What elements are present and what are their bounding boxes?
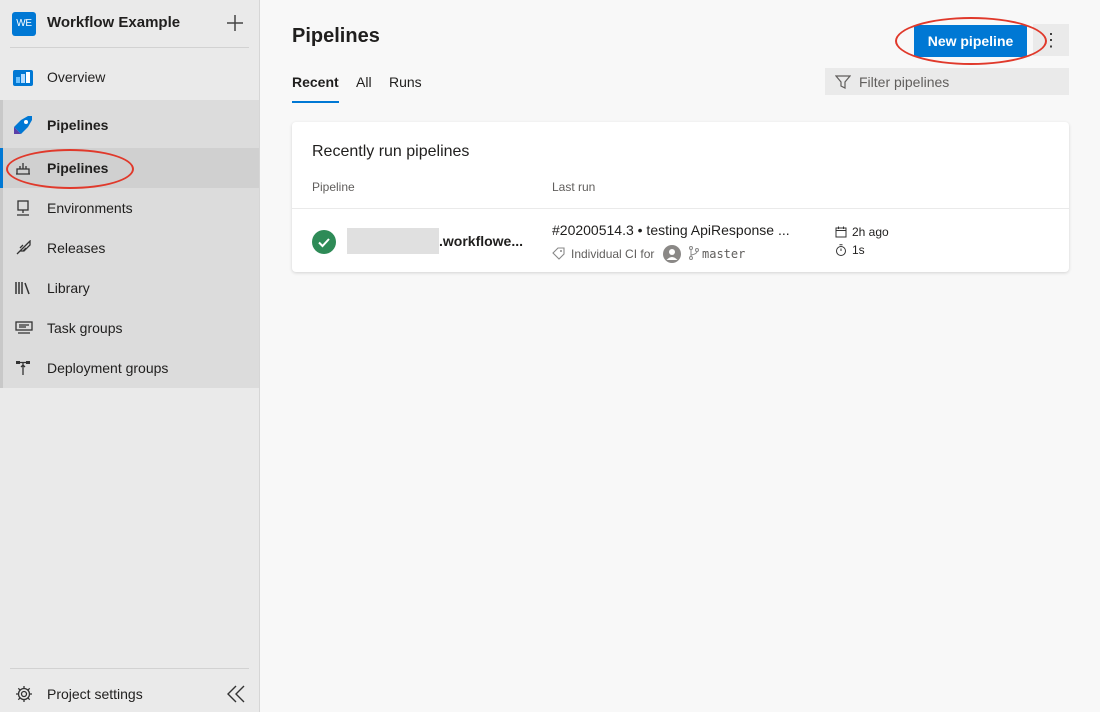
project-settings-link[interactable]: Project settings bbox=[0, 674, 259, 712]
environments-icon bbox=[17, 200, 29, 216]
sidebar-item-label: Task groups bbox=[47, 320, 123, 336]
trigger-text: Individual CI for bbox=[571, 247, 655, 261]
sidebar-item-environments[interactable]: Environments bbox=[0, 188, 259, 228]
sidebar-item-pipelines[interactable]: Pipelines bbox=[0, 148, 259, 188]
active-tab-indicator bbox=[292, 101, 339, 103]
run-title[interactable]: #20200514.3 • testing ApiResponse ... bbox=[552, 222, 790, 238]
branch-icon bbox=[689, 246, 699, 260]
sidebar-group-label: Pipelines bbox=[47, 117, 109, 133]
calendar-icon bbox=[835, 226, 847, 238]
sidebar: WE Workflow Example Overview Pipelines P… bbox=[0, 0, 260, 712]
pipelines-icon bbox=[16, 163, 30, 175]
plus-icon[interactable] bbox=[224, 12, 246, 34]
time-ago-text: 2h ago bbox=[852, 225, 889, 239]
sidebar-bottom-divider bbox=[10, 668, 249, 669]
sidebar-divider bbox=[10, 47, 249, 48]
stopwatch-icon bbox=[836, 244, 846, 256]
column-header-last-run: Last run bbox=[552, 180, 596, 194]
gear-icon bbox=[16, 686, 32, 702]
card-title: Recently run pipelines bbox=[312, 143, 470, 160]
filter-box[interactable] bbox=[825, 68, 1069, 95]
table-row[interactable]: .workflowe... #20200514.3 • testing ApiR… bbox=[292, 209, 1069, 271]
project-name[interactable]: Workflow Example bbox=[47, 14, 180, 31]
sidebar-item-label: Pipelines bbox=[47, 160, 109, 176]
project-avatar[interactable]: WE bbox=[12, 12, 36, 36]
collapse-sidebar-icon[interactable] bbox=[226, 684, 246, 704]
branch-name: master bbox=[702, 247, 746, 261]
pipeline-name[interactable]: .workflowe... bbox=[439, 233, 523, 249]
pipelines-rocket-icon bbox=[14, 116, 32, 134]
tab-recent[interactable]: Recent bbox=[292, 74, 339, 90]
deployment-groups-icon bbox=[16, 361, 30, 375]
sidebar-item-label: Deployment groups bbox=[47, 360, 169, 376]
sidebar-item-overview[interactable]: Overview bbox=[0, 57, 259, 97]
sidebar-item-label: Library bbox=[47, 280, 90, 296]
sidebar-item-task-groups[interactable]: Task groups bbox=[0, 308, 259, 348]
filter-input[interactable] bbox=[859, 72, 1059, 92]
project-header: WE Workflow Example bbox=[0, 0, 260, 48]
sidebar-item-label: Releases bbox=[47, 240, 106, 256]
success-check-icon bbox=[312, 230, 336, 254]
tab-all[interactable]: All bbox=[356, 74, 372, 90]
library-icon bbox=[15, 282, 30, 295]
tag-icon bbox=[552, 247, 565, 260]
redacted-text bbox=[347, 228, 439, 254]
filter-icon bbox=[835, 75, 851, 89]
recent-pipelines-card: Recently run pipelines Pipeline Last run… bbox=[292, 122, 1069, 272]
task-groups-icon bbox=[15, 321, 33, 334]
duration-text: 1s bbox=[852, 243, 865, 257]
sidebar-item-deployment-groups[interactable]: Deployment groups bbox=[0, 348, 259, 388]
column-header-pipeline: Pipeline bbox=[312, 180, 355, 194]
sidebar-item-releases[interactable]: Releases bbox=[0, 228, 259, 268]
sidebar-item-label: Environments bbox=[47, 200, 133, 216]
sidebar-item-label: Overview bbox=[47, 69, 106, 85]
user-avatar-icon bbox=[663, 245, 681, 263]
tab-runs[interactable]: Runs bbox=[389, 74, 422, 90]
overview-icon bbox=[13, 70, 33, 86]
more-actions-button[interactable]: ⋮ bbox=[1033, 24, 1069, 56]
sidebar-group-pipelines[interactable]: Pipelines bbox=[0, 105, 259, 145]
page-title: Pipelines bbox=[292, 25, 380, 47]
sidebar-item-library[interactable]: Library bbox=[0, 268, 259, 308]
new-pipeline-button[interactable]: New pipeline bbox=[914, 25, 1027, 57]
project-settings-label: Project settings bbox=[47, 686, 143, 702]
releases-icon bbox=[16, 240, 31, 255]
